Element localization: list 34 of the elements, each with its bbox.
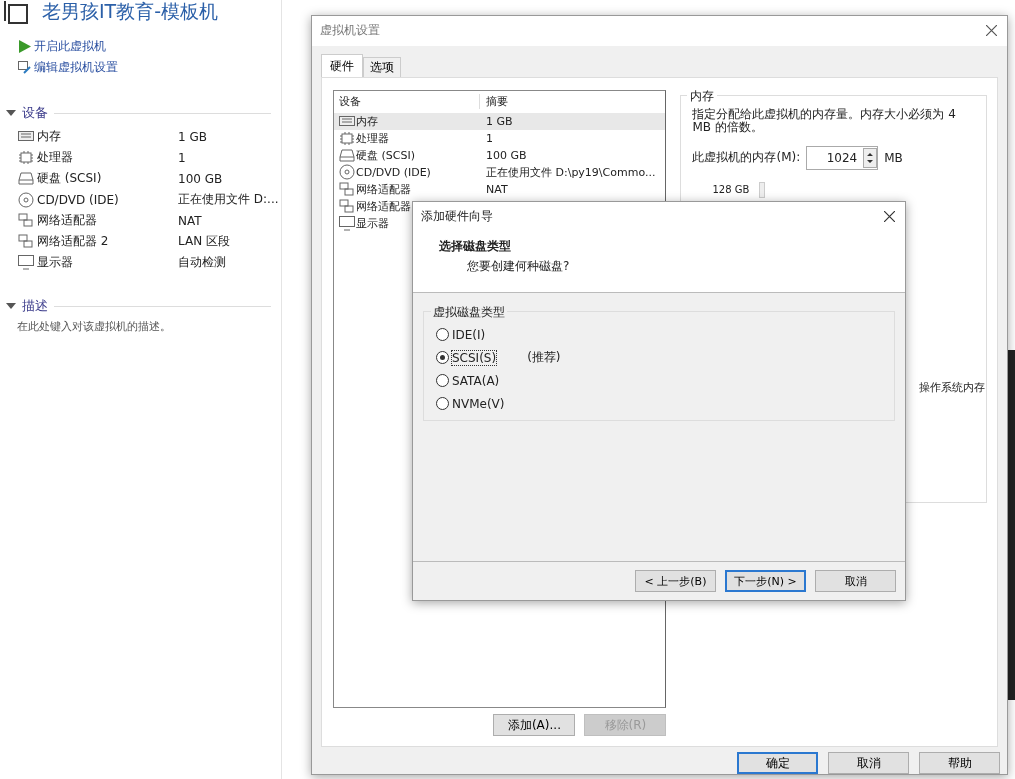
device-summary: 1 — [178, 150, 186, 165]
device-summary: 1 GB — [485, 114, 513, 128]
group-title: 虚拟磁盘类型 — [431, 304, 507, 321]
device-name: 网络适配器 — [356, 198, 411, 214]
group-title: 内存 — [687, 87, 718, 105]
memory-description: 指定分配给此虚拟机的内存量。内存大小必须为 4 MB 的倍数。 — [692, 107, 957, 134]
device-name: 处理器 — [356, 130, 389, 146]
device-summary: 自动检测 — [178, 254, 226, 271]
window-title: 添加硬件向导 — [421, 207, 493, 225]
device-name: CD/DVD (IDE) — [356, 165, 431, 179]
vm-title: 老男孩IT教育-模板机 — [42, 0, 219, 24]
device-name: 内存 — [356, 113, 378, 129]
device-name: 显示器 — [356, 215, 389, 231]
wizard-subheading: 您要创建何种磁盘? — [466, 258, 571, 275]
device-summary: 1 GB — [178, 129, 207, 144]
device-summary: 1 — [485, 131, 493, 145]
device-summary: NAT — [178, 213, 202, 228]
device-summary: 正在使用文件 D:... — [178, 191, 279, 208]
section-title: 描述 — [22, 297, 48, 315]
device-summary: 100 GB — [485, 148, 527, 162]
device-name: 硬盘 (SCSI) — [356, 147, 415, 163]
field-label: 此虚拟机的内存(M): — [692, 149, 801, 167]
scale-label: 128 GB — [712, 184, 750, 196]
unit-label: MB — [884, 150, 903, 165]
device-summary: LAN 区段 — [178, 233, 230, 250]
window-title: 虚拟机设置 — [320, 22, 380, 40]
section-title: 设备 — [22, 104, 48, 122]
device-summary: 100 GB — [178, 171, 223, 186]
device-summary: 正在使用文件 D:\py19\Commo... — [485, 164, 656, 180]
memory-note: 操作系统内存 — [919, 379, 985, 395]
device-summary: NAT — [485, 182, 508, 196]
wizard-heading: 选择磁盘类型 — [439, 238, 512, 255]
recommended-note: (推荐) — [527, 349, 561, 366]
device-name: 网络适配器 — [356, 181, 411, 197]
